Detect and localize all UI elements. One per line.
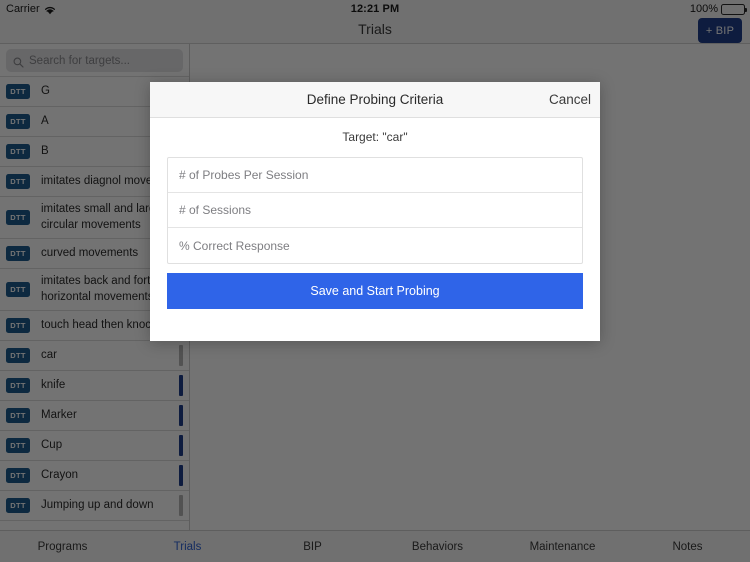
cancel-button[interactable]: Cancel [549,92,591,107]
modal-title: Define Probing Criteria [306,92,444,107]
criteria-input-0[interactable] [179,168,571,182]
criteria-input-2[interactable] [179,238,571,253]
criteria-input-1[interactable] [179,203,571,217]
modal-subtitle-target: Target: "car" [342,130,408,144]
criteria-field-group [167,157,583,264]
criteria-field-row[interactable] [168,193,582,228]
modal-header: Define Probing Criteria Cancel [150,82,600,118]
define-probing-criteria-modal: Define Probing Criteria Cancel Target: "… [150,82,600,341]
app-root: Carrier 12:21 PM 100% Trials [0,0,750,562]
save-and-start-probing-button[interactable]: Save and Start Probing [167,273,583,309]
criteria-field-row[interactable] [168,228,582,263]
modal-body: Target: "car" Save and Start Probing [150,118,600,309]
criteria-field-row[interactable] [168,158,582,193]
